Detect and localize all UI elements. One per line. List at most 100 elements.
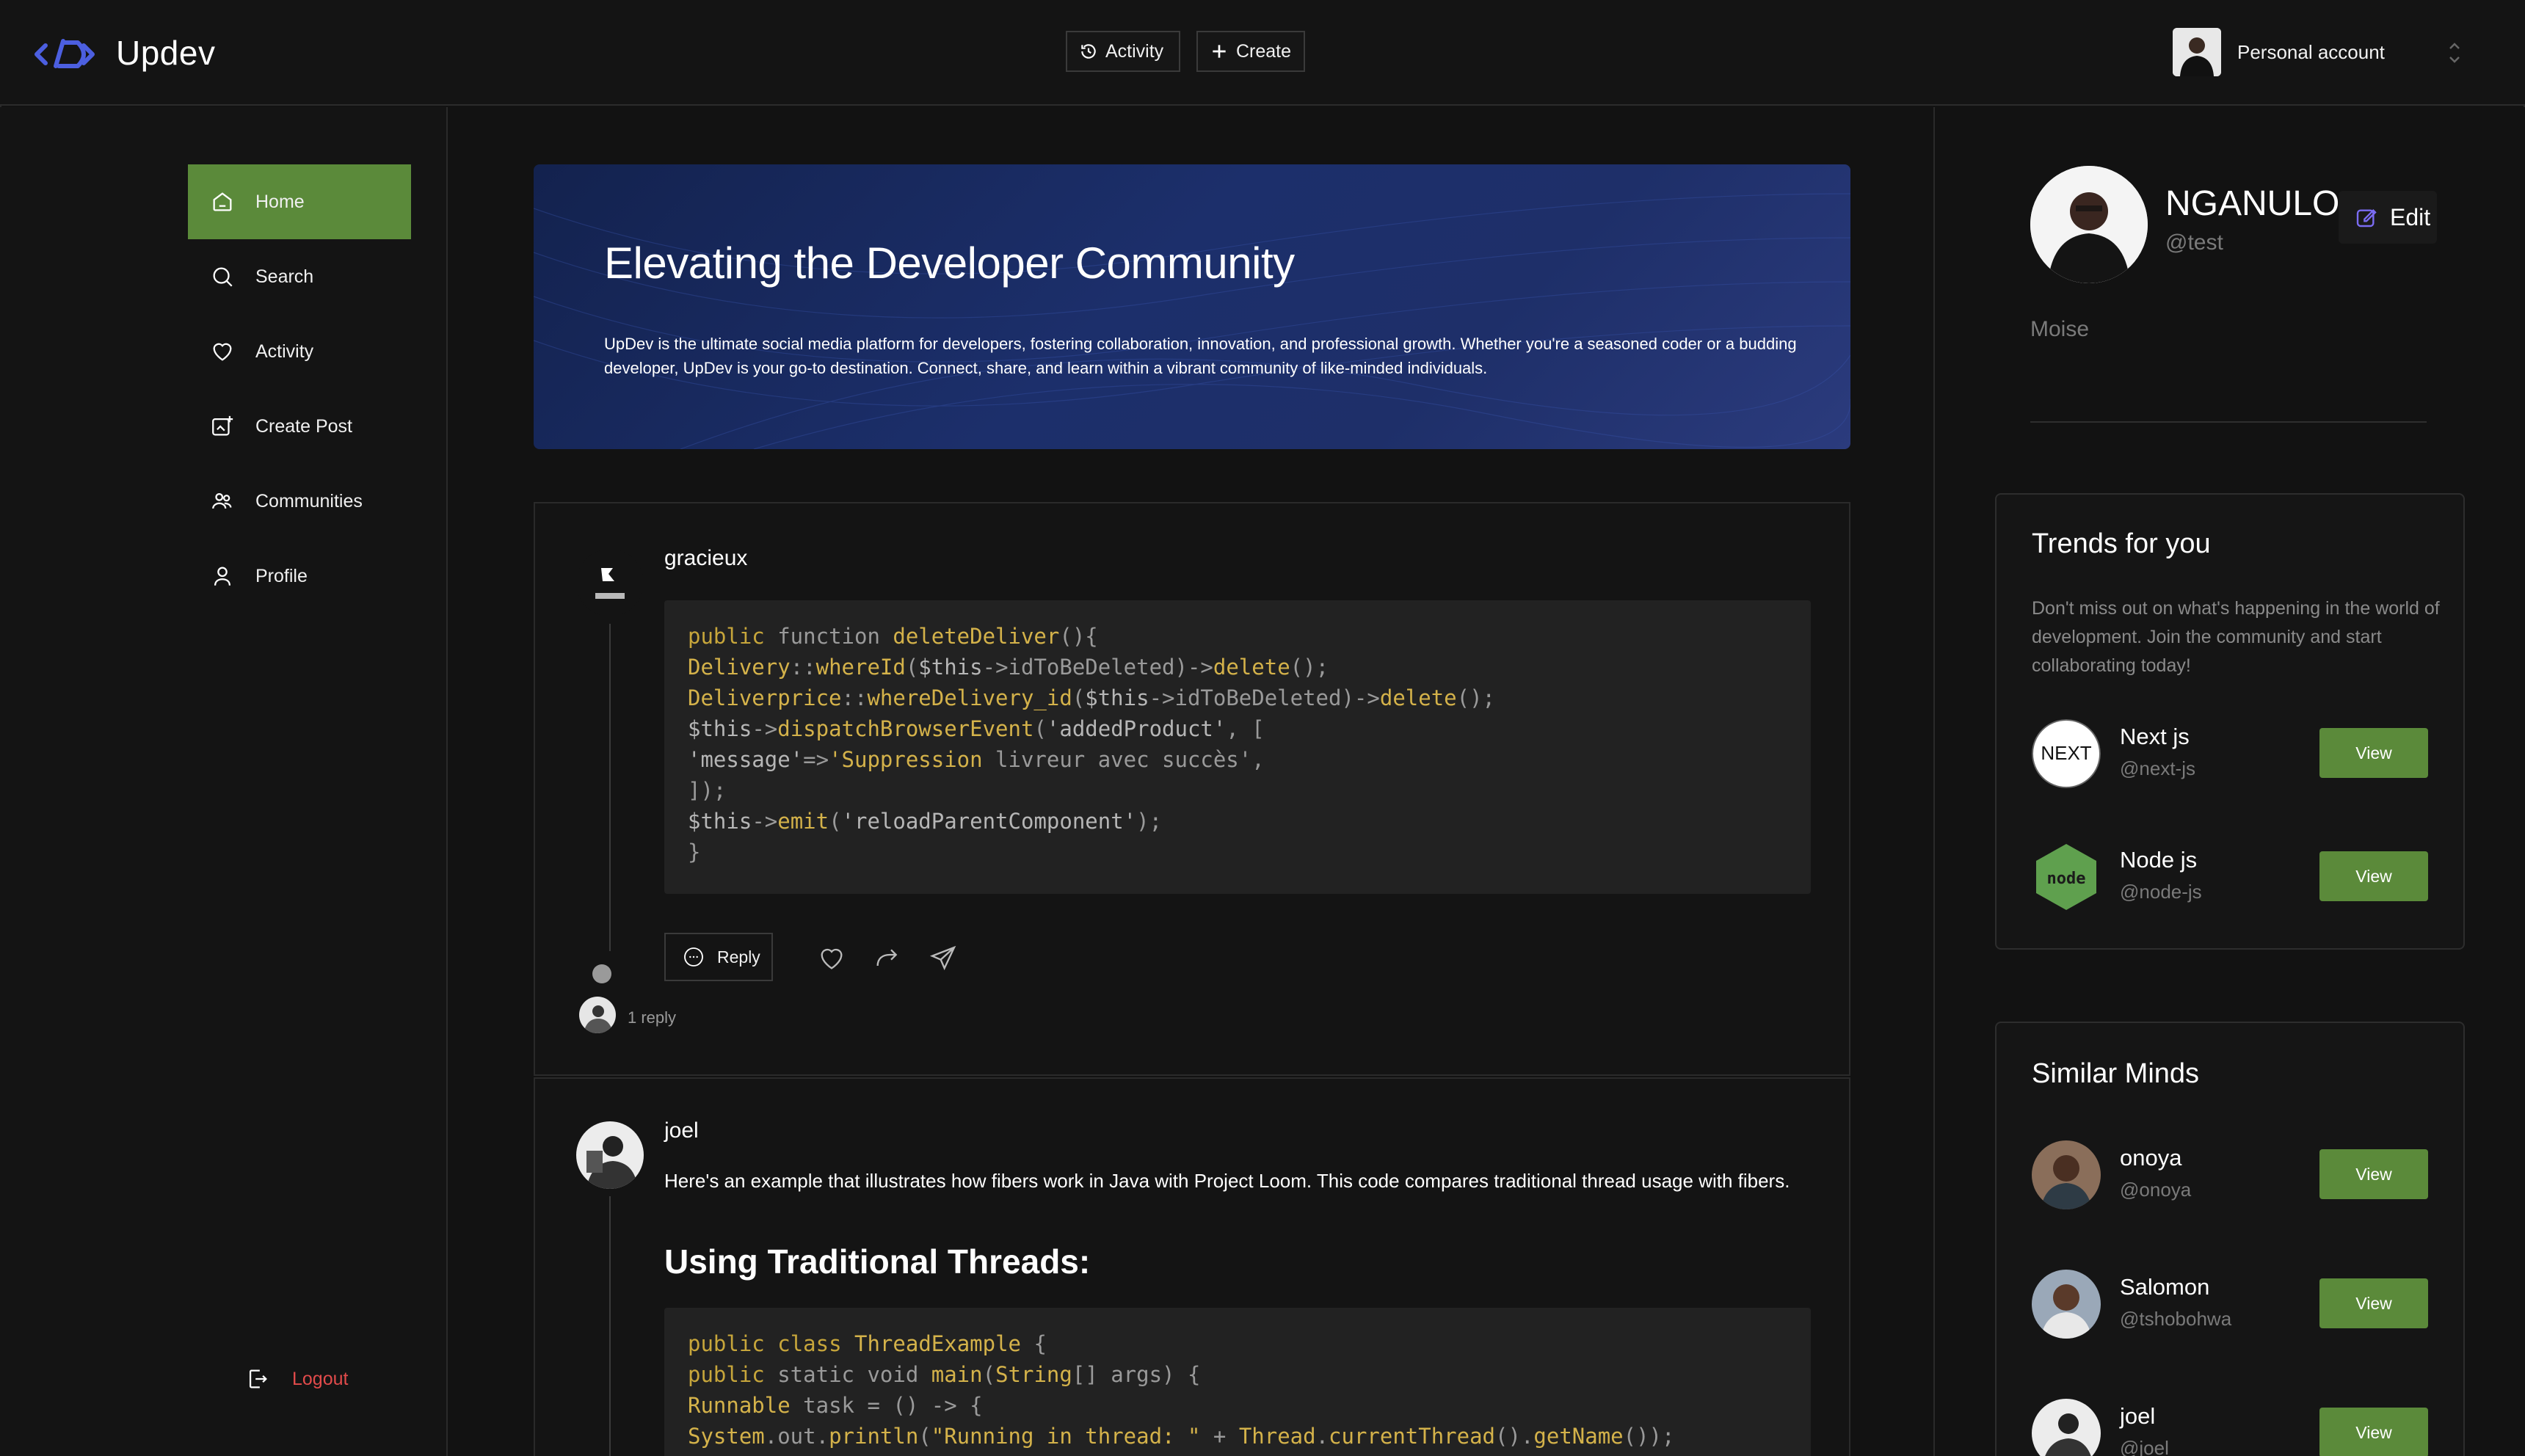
- hero-description: UpDev is the ultimate social media platf…: [604, 335, 1797, 377]
- trends-subtitle: Don't miss out on what's happening in th…: [2032, 598, 2440, 676]
- history-icon: [1081, 44, 1096, 59]
- sidebar-item-communities[interactable]: Communities: [188, 464, 411, 539]
- logout-label: Logout: [292, 1368, 349, 1389]
- post-card: gracieux public function deleteDeliver()…: [534, 502, 1850, 1076]
- account-switcher[interactable]: Personal account: [2173, 28, 2460, 76]
- post-author[interactable]: joel: [664, 1118, 699, 1143]
- chat-bubble-icon: [684, 947, 703, 967]
- user-avatar[interactable]: [2032, 1140, 2101, 1209]
- similar-minds-title: Similar Minds: [2032, 1058, 2200, 1089]
- edit-label: Edit: [2390, 203, 2431, 230]
- user-name[interactable]: onoya: [2120, 1145, 2181, 1171]
- sidebar-item-label: Communities: [255, 490, 363, 512]
- code-line: public static void main(String[] args) {: [688, 1362, 1201, 1387]
- community-name[interactable]: Node js: [2120, 847, 2197, 873]
- code-block: public function deleteDeliver(){ Delivery…: [664, 600, 1811, 894]
- activity-button[interactable]: Activity: [1066, 31, 1180, 72]
- hero-banner: Elevating the Developer Community UpDev …: [534, 164, 1850, 449]
- post-heading: Using Traditional Threads:: [664, 1242, 1091, 1281]
- code-logo-icon: [34, 39, 95, 68]
- chevron-up-down-icon: [2449, 43, 2460, 63]
- post-card: joel Here's an example that illustrates …: [534, 1077, 1850, 1456]
- divider: [2030, 421, 2427, 423]
- profile-handle: @test: [2165, 230, 2223, 255]
- user-icon: [214, 567, 231, 586]
- sidebar-item-label: Profile: [255, 565, 308, 586]
- reply-button[interactable]: Reply: [664, 933, 773, 981]
- logout-button[interactable]: Logout: [245, 1366, 348, 1391]
- code-line: Delivery::whereId($this->idToBeDeleted)-…: [688, 655, 1329, 680]
- thread-line: [609, 624, 611, 951]
- community-name[interactable]: Next js: [2120, 724, 2190, 750]
- account-avatar: [2173, 28, 2221, 76]
- view-button[interactable]: View: [2319, 1278, 2428, 1328]
- profile-name: NGANULO: [2165, 184, 2340, 223]
- community-handle: @node-js: [2120, 881, 2202, 903]
- reply-count[interactable]: 1 reply: [628, 1008, 676, 1027]
- communities-icon: [212, 492, 232, 509]
- account-label: Personal account: [2237, 40, 2385, 63]
- code-line: public function deleteDeliver(){: [688, 624, 1098, 649]
- send-icon[interactable]: [929, 944, 958, 973]
- left-sidebar: Home Search Activity Create Post Communi…: [0, 107, 448, 1456]
- app-name: Updev: [116, 34, 216, 72]
- user-name[interactable]: joel: [2120, 1403, 2155, 1430]
- user-handle: @tshobohwa: [2120, 1308, 2232, 1330]
- hero-wave-pattern: [534, 193, 1850, 449]
- code-line: $this->emit('reloadParentComponent');: [688, 809, 1163, 834]
- heart-icon: [213, 343, 232, 361]
- hero-title: Elevating the Developer Community: [604, 239, 1295, 288]
- reply-button-label: Reply: [717, 947, 760, 967]
- post-author[interactable]: gracieux: [664, 546, 747, 571]
- top-bar: Updev Activity Create Personal account: [0, 0, 2525, 106]
- heart-icon[interactable]: [817, 944, 846, 973]
- repost-icon[interactable]: [873, 944, 902, 973]
- sidebar-item-label: Home: [255, 191, 305, 212]
- sidebar-item-activity[interactable]: Activity: [188, 314, 411, 389]
- sidebar-item-profile[interactable]: Profile: [188, 539, 411, 614]
- code-line: }: [688, 840, 701, 864]
- user-avatar[interactable]: [2032, 1270, 2101, 1339]
- activity-button-label: Activity: [1105, 40, 1164, 62]
- user-avatar[interactable]: [2032, 1399, 2101, 1456]
- profile-avatar[interactable]: [2030, 166, 2148, 283]
- trends-card: Trends for you Don't miss out on what's …: [1995, 493, 2465, 950]
- user-handle: @joel: [2120, 1437, 2169, 1456]
- author-avatar[interactable]: [576, 549, 644, 616]
- sidebar-item-label: Search: [255, 266, 314, 287]
- logout-icon: [249, 1369, 267, 1388]
- code-block: public class ThreadExample {public stati…: [664, 1308, 1811, 1456]
- svg-text:NEXT: NEXT: [2041, 742, 2091, 764]
- edit-icon: [2356, 208, 2377, 228]
- sidebar-item-label: Activity: [255, 341, 314, 362]
- replier-avatar[interactable]: [579, 997, 616, 1033]
- user-name[interactable]: Salomon: [2120, 1274, 2209, 1300]
- create-button-label: Create: [1236, 40, 1292, 62]
- thread-dot: [592, 964, 611, 983]
- edit-profile-button[interactable]: Edit: [2339, 191, 2437, 244]
- main-feed: Elevating the Developer Community UpDev …: [449, 107, 1935, 1456]
- plus-icon: [1213, 45, 1226, 58]
- view-button[interactable]: View: [2319, 1149, 2428, 1199]
- code-line: Runnable task = () -> {: [688, 1393, 983, 1418]
- code-line: System.out.println("Running in thread: "…: [688, 1424, 1675, 1449]
- svg-text:node: node: [2047, 870, 2086, 888]
- code-line: ]);: [688, 778, 727, 803]
- home-icon: [213, 192, 232, 211]
- community-avatar[interactable]: NEXT: [2032, 719, 2101, 788]
- view-button[interactable]: View: [2319, 851, 2428, 901]
- sidebar-item-search[interactable]: Search: [188, 239, 411, 314]
- view-button[interactable]: View: [2319, 728, 2428, 778]
- sidebar-item-home[interactable]: Home: [188, 164, 411, 239]
- sidebar-item-create-post[interactable]: Create Post: [188, 389, 411, 464]
- similar-minds-card: Similar Minds onoya @onoya View Salomon …: [1995, 1022, 2465, 1456]
- app-logo[interactable]: Updev: [34, 32, 215, 73]
- create-button[interactable]: Create: [1196, 31, 1305, 72]
- community-handle: @next-js: [2120, 757, 2195, 779]
- author-avatar[interactable]: [576, 1121, 644, 1189]
- profile-bio: Moise: [2030, 317, 2090, 341]
- thread-line: [609, 1196, 611, 1456]
- code-line: Deliverprice::whereDelivery_id($this->id…: [688, 685, 1496, 710]
- view-button[interactable]: View: [2319, 1408, 2428, 1456]
- community-avatar[interactable]: node: [2032, 842, 2101, 911]
